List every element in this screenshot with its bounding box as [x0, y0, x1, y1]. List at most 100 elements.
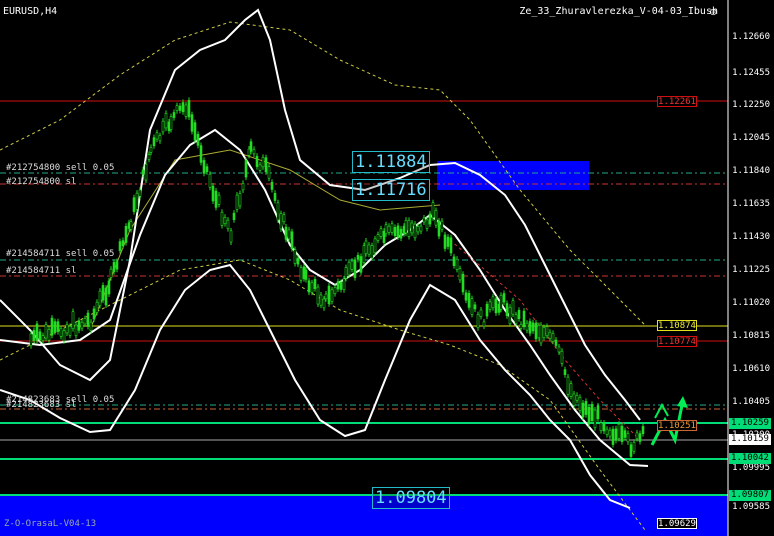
price-label-upper[interactable]: 1.11884 [352, 151, 430, 173]
candle-body [121, 240, 125, 247]
candle-body [511, 300, 515, 315]
candle-body [310, 282, 314, 293]
candle-body [211, 185, 215, 202]
candle-body [551, 333, 555, 342]
candle-body [542, 327, 546, 338]
candle-body [214, 190, 218, 208]
price-tag-red-mid[interactable]: 1.10774 [657, 336, 697, 347]
candle-body [44, 324, 48, 339]
candle-body [376, 234, 380, 241]
red-trend-line [449, 239, 641, 441]
candle-body [499, 295, 503, 310]
axis-tick-label: 1.10815 [732, 331, 770, 341]
order1-sell-label[interactable]: #212754800 sell 0.05 [6, 163, 114, 174]
candle-body [229, 230, 233, 243]
candle-body [155, 132, 159, 140]
candle-body [147, 154, 151, 160]
price-label-bottom[interactable]: 1.09804 [372, 487, 450, 509]
price-tag-white[interactable]: 1.09629 [657, 518, 697, 529]
candle-body [399, 228, 403, 239]
candle-body [502, 293, 506, 303]
candle-body [98, 290, 102, 306]
candle-body [384, 224, 388, 235]
candle-body [525, 322, 529, 331]
candle-body [393, 227, 397, 237]
candle-body [336, 281, 340, 290]
axis-tick-label: 1.12045 [732, 133, 770, 143]
candle-body [602, 422, 606, 432]
candle-body [353, 259, 357, 278]
chart-window[interactable]: EURUSD,H4 Ze_33_Zhuravlerezka_V-04-03_Ib… [0, 0, 774, 536]
price-label-lower[interactable]: 1.11716 [352, 179, 430, 201]
axis-tick-label: 1.09995 [732, 463, 770, 473]
candle-body [316, 286, 320, 305]
buy-zone-rect[interactable] [0, 494, 728, 536]
candle-body [333, 287, 337, 294]
order2-sell-label[interactable]: #214584711 sell 0.05 [6, 249, 114, 260]
candle-body [232, 212, 236, 221]
candle-body [270, 181, 274, 190]
candle-body [71, 311, 75, 329]
candle-body [322, 298, 326, 309]
price-chart[interactable] [0, 0, 774, 536]
candle-body [344, 267, 348, 279]
smiley-icon[interactable]: ☺ [710, 6, 717, 19]
candle-body [404, 219, 408, 234]
candle-body [279, 213, 283, 230]
candle-body [149, 147, 153, 153]
axis-box-green-2: 1.10042 [729, 453, 771, 464]
candle-body [324, 293, 328, 300]
candle-body [41, 335, 45, 342]
candle-body [461, 273, 465, 293]
candle-body [161, 120, 165, 133]
candle-body [92, 308, 96, 320]
candle-body [132, 197, 136, 212]
axis-box-green-3: 1.09807 [729, 490, 771, 501]
candle-body [127, 222, 131, 229]
axis-tick-label: 1.11635 [732, 199, 770, 209]
candle-body [296, 257, 300, 265]
lower-band [0, 263, 631, 509]
axis-tick-label: 1.12455 [732, 68, 770, 78]
candle-body [491, 296, 495, 309]
candle-body [629, 444, 633, 457]
signal-arrow-left [654, 402, 669, 419]
candle-body [247, 148, 251, 156]
order1-sl-label[interactable]: #212754800 sl [6, 177, 76, 188]
price-tag-orange[interactable]: 1.10251 [657, 420, 697, 431]
candle-body [522, 310, 526, 328]
candle-body [290, 231, 294, 249]
candle-body [47, 329, 51, 341]
order2-sl-label[interactable]: #214584711 sl [6, 266, 76, 277]
axis-tick-label: 1.11840 [732, 166, 770, 176]
candle-body [293, 249, 297, 264]
candle-body [539, 324, 543, 344]
candle-body [299, 267, 303, 281]
candle-body [545, 326, 549, 336]
candle-body [35, 323, 39, 341]
candle-body [86, 312, 90, 327]
candle-body [32, 330, 36, 341]
candle-body [488, 301, 492, 310]
order3-sl-label[interactable]: #214823683 sl [6, 400, 76, 411]
candle-body [59, 328, 63, 337]
candle-body [446, 236, 450, 247]
candle-body [307, 280, 311, 293]
candle-body [29, 333, 33, 347]
candle-body [608, 429, 612, 437]
candle-body [347, 261, 351, 276]
candle-body [434, 210, 438, 226]
axis-box-green-1: 1.10259 [729, 418, 771, 429]
candle-body [62, 330, 66, 342]
price-tag-red-top[interactable]: 1.12261 [657, 96, 697, 107]
candle-body [167, 121, 171, 132]
candle-body [359, 256, 363, 273]
candle-body [115, 261, 119, 270]
price-tag-yellow[interactable]: 1.10874 [657, 320, 697, 331]
candle-body [482, 321, 486, 327]
candle-body [56, 321, 60, 332]
candle-body [476, 314, 480, 329]
axis-tick-label: 1.11225 [732, 265, 770, 275]
candle-body [287, 229, 291, 240]
candle-body [138, 189, 142, 197]
